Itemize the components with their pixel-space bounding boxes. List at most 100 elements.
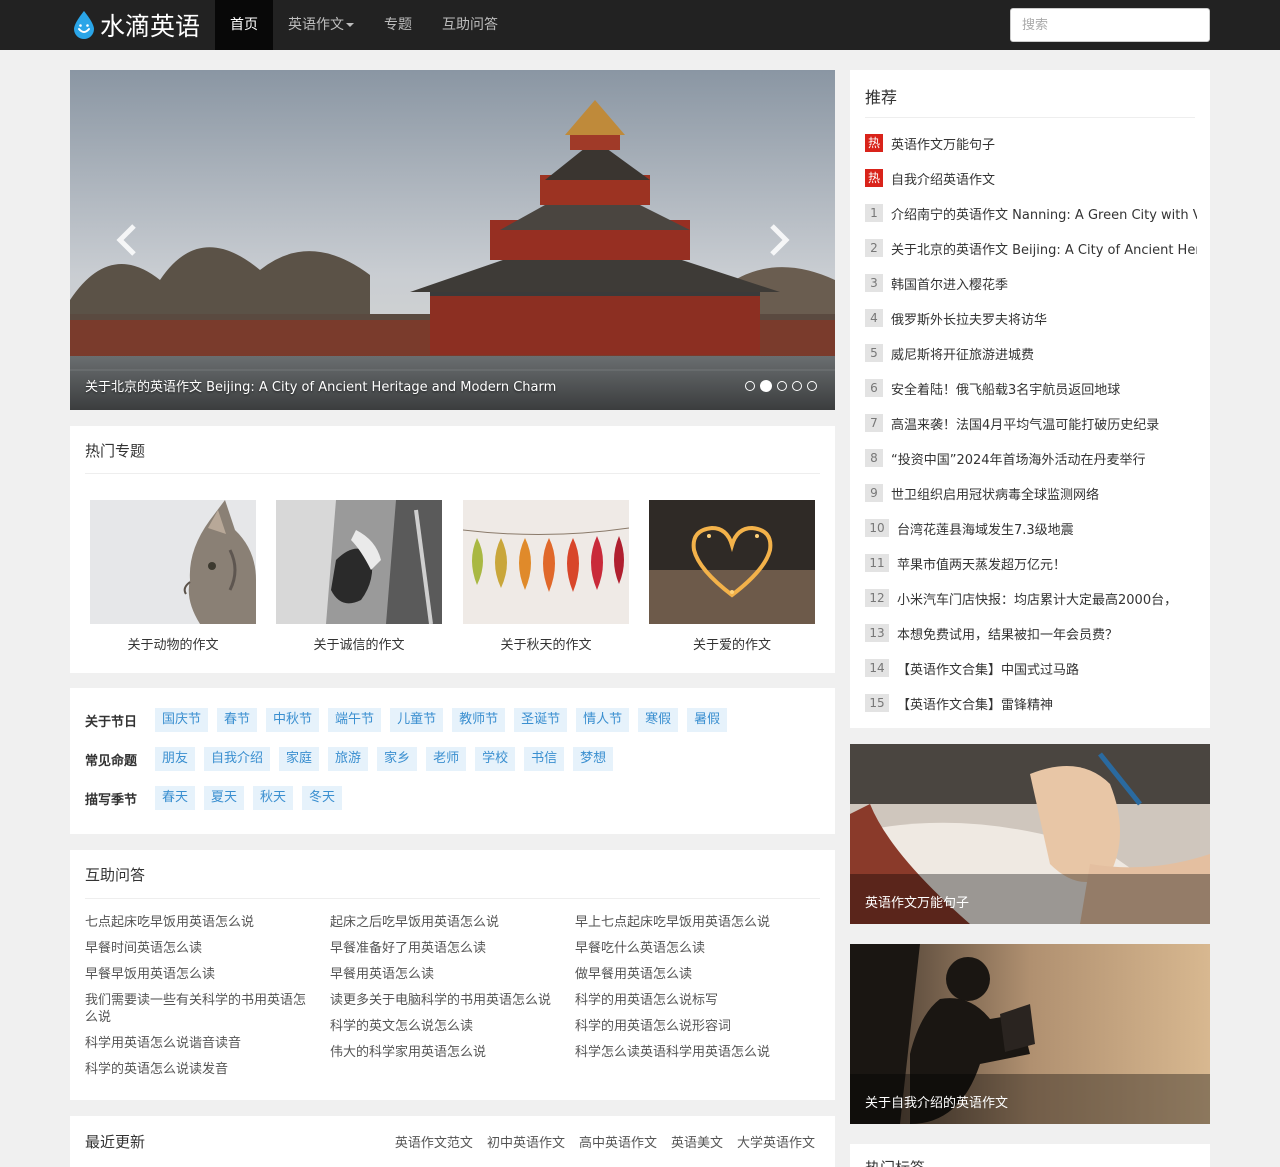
tag-link[interactable]: 夏天 (204, 786, 245, 810)
recommend-item[interactable]: 6 安全着陆！俄飞船载3名宇航员返回地球 (865, 378, 1197, 398)
recent-category-link[interactable]: 英语美文 (671, 1132, 723, 1151)
carousel-indicator[interactable] (807, 381, 817, 391)
topic-card[interactable]: 关于诚信的作文 (276, 500, 442, 653)
tag-link[interactable]: 梦想 (573, 747, 614, 771)
carousel-indicator[interactable] (792, 381, 802, 391)
recent-category-link[interactable]: 初中英语作文 (487, 1132, 565, 1151)
carousel-indicator[interactable] (777, 381, 787, 391)
side-feature-card[interactable]: 关于自我介绍的英语作文 (850, 944, 1210, 1124)
tag-link[interactable]: 春天 (155, 786, 196, 810)
recommend-item[interactable]: 热自我介绍英语作文 (865, 168, 1197, 188)
tag-link[interactable]: 朋友 (155, 747, 196, 771)
tag-link[interactable]: 自我介绍 (204, 747, 271, 771)
qa-link[interactable]: 早上七点起床吃早饭用英语怎么说 (575, 914, 803, 931)
qa-link[interactable]: 早餐准备好了用英语怎么读 (330, 940, 558, 957)
side-feature-caption: 关于自我介绍的英语作文 (850, 1074, 1210, 1124)
nav-english-essay-dropdown[interactable]: 英语作文 (273, 0, 369, 50)
qa-link[interactable]: 伟大的科学家用英语怎么说 (330, 1044, 558, 1061)
carousel-indicator[interactable] (745, 381, 755, 391)
recommend-item-text: 英语作文万能句子 (891, 137, 996, 153)
recommend-item[interactable]: 4 俄罗斯外长拉夫罗夫将访华 (865, 308, 1197, 328)
recommend-item-text: 介绍南宁的英语作文 Nanning: A Green City with Vib… (891, 207, 1197, 223)
qa-link[interactable]: 做早餐用英语怎么读 (575, 966, 803, 983)
recommend-item[interactable]: 1 介绍南宁的英语作文 Nanning: A Green City with Vi… (865, 203, 1197, 223)
recent-category-links: 英语作文范文 初中英语作文 高中英语作文 英语美文 大学英语作文 (395, 1132, 815, 1151)
carousel-next-icon[interactable] (760, 220, 796, 260)
nav-home[interactable]: 首页 (215, 0, 273, 50)
hero-carousel[interactable]: 关于北京的英语作文 Beijing: A City of Ancient Her… (70, 70, 835, 410)
qa-link[interactable]: 七点起床吃早饭用英语怎么说 (85, 914, 313, 931)
qa-link[interactable]: 早餐早饭用英语怎么读 (85, 966, 313, 983)
recommend-item[interactable]: 5 威尼斯将开征旅游进城费 (865, 343, 1197, 363)
tag-link[interactable]: 教师节 (452, 708, 506, 732)
tag-link[interactable]: 国庆节 (155, 708, 209, 732)
recommend-item[interactable]: 9 世卫组织启用冠状病毒全球监测网络 (865, 483, 1197, 503)
qa-link[interactable]: 科学用英语怎么说谐音读音 (85, 1035, 313, 1052)
tag-link[interactable]: 旅游 (328, 747, 369, 771)
topic-card[interactable]: 关于爱的作文 (649, 500, 815, 653)
recommend-item[interactable]: 14 【英语作文合集】中国式过马路 (865, 658, 1197, 678)
qa-link[interactable]: 起床之后吃早饭用英语怎么说 (330, 914, 558, 931)
qa-link[interactable]: 科学怎么读英语科学用英语怎么说 (575, 1044, 803, 1061)
forbidden-city-slide-image (70, 70, 835, 410)
search-input[interactable] (1010, 8, 1210, 42)
tag-link[interactable]: 圣诞节 (514, 708, 568, 732)
tag-link[interactable]: 儿童节 (390, 708, 444, 732)
recommend-title: 推荐 (865, 88, 898, 107)
tag-link[interactable]: 暑假 (687, 708, 728, 732)
tag-link[interactable]: 情人节 (576, 708, 630, 732)
tag-link[interactable]: 家庭 (279, 747, 320, 771)
qa-link[interactable]: 科学的用英语怎么说形容词 (575, 1018, 803, 1035)
nav-topics[interactable]: 专题 (369, 0, 427, 50)
tag-link[interactable]: 家乡 (377, 747, 418, 771)
qa-link[interactable]: 科学的用英语怎么说标写 (575, 992, 803, 1009)
holding-hands-image (276, 500, 442, 624)
tag-link[interactable]: 老师 (426, 747, 467, 771)
qa-link[interactable]: 早餐时间英语怎么读 (85, 940, 313, 957)
topic-card[interactable]: 关于秋天的作文 (463, 500, 629, 653)
topic-card[interactable]: 关于动物的作文 (90, 500, 256, 653)
recent-category-link[interactable]: 高中英语作文 (579, 1132, 657, 1151)
rank-badge: 13 (865, 624, 889, 642)
carousel-prev-icon[interactable] (110, 220, 146, 260)
recommend-item-text: 威尼斯将开征旅游进城费 (891, 347, 1035, 363)
side-feature-card[interactable]: 英语作文万能句子 (850, 744, 1210, 924)
recommend-item[interactable]: 12 小米汽车门店快报：均店累计大定最高2000台， (865, 588, 1197, 608)
rank-badge: 15 (865, 694, 889, 712)
tag-link[interactable]: 学校 (475, 747, 516, 771)
carousel-caption[interactable]: 关于北京的英语作文 Beijing: A City of Ancient Her… (85, 376, 556, 395)
recent-category-link[interactable]: 英语作文范文 (395, 1132, 473, 1151)
recommend-item[interactable]: 2 关于北京的英语作文 Beijing: A City of Ancient He… (865, 238, 1197, 258)
brand-logo[interactable]: 水滴英语 (72, 6, 200, 44)
recommend-item-text: 俄罗斯外长拉夫罗夫将访华 (891, 312, 1048, 328)
qa-link[interactable]: 早餐吃什么英语怎么读 (575, 940, 803, 957)
recommend-item[interactable]: 3 韩国首尔进入樱花季 (865, 273, 1197, 293)
tag-link[interactable]: 寒假 (638, 708, 679, 732)
recommend-item[interactable]: 10 台湾花莲县海域发生7.3级地震 (865, 518, 1197, 538)
tag-link[interactable]: 中秋节 (266, 708, 320, 732)
carousel-indicator-active[interactable] (760, 380, 772, 392)
tag-link[interactable]: 书信 (524, 747, 565, 771)
recommend-item[interactable]: 13 本想免费试用，结果被扣一年会员费？ (865, 623, 1197, 643)
tag-link[interactable]: 春节 (217, 708, 258, 732)
tag-link[interactable]: 秋天 (253, 786, 294, 810)
recommend-item[interactable]: 热英语作文万能句子 (865, 133, 1197, 153)
recommend-item[interactable]: 15 【英语作文合集】雷锋精神 (865, 693, 1197, 713)
recommend-item[interactable]: 7 高温来袭！法国4月平均气温可能打破历史纪录 (865, 413, 1197, 433)
tag-link[interactable]: 端午节 (328, 708, 382, 732)
recent-category-link[interactable]: 大学英语作文 (737, 1132, 815, 1151)
water-drop-icon (74, 11, 94, 39)
tag-link[interactable]: 冬天 (302, 786, 343, 810)
qa-link[interactable]: 科学的英文怎么说怎么读 (330, 1018, 558, 1035)
recommend-item[interactable]: 11 苹果市值两天蒸发超万亿元！ (865, 553, 1197, 573)
qa-link[interactable]: 我们需要读一些有关科学的书用英语怎么说 (85, 992, 313, 1026)
rank-badge: 11 (865, 554, 889, 572)
qa-link[interactable]: 早餐用英语怎么读 (330, 966, 558, 983)
recommend-item[interactable]: 8 “投资中国”2024年首场海外活动在丹麦举行 (865, 448, 1197, 468)
qa-link[interactable]: 读更多关于电脑科学的书用英语怎么说 (330, 992, 558, 1009)
nav-qa[interactable]: 互助问答 (427, 0, 513, 50)
recommend-item-text: 韩国首尔进入樱花季 (891, 277, 1009, 293)
nav-home-label: 首页 (230, 17, 258, 33)
qa-link[interactable]: 科学的英语怎么说读发音 (85, 1061, 313, 1078)
tag-row-head: 常见命题 (85, 753, 138, 769)
